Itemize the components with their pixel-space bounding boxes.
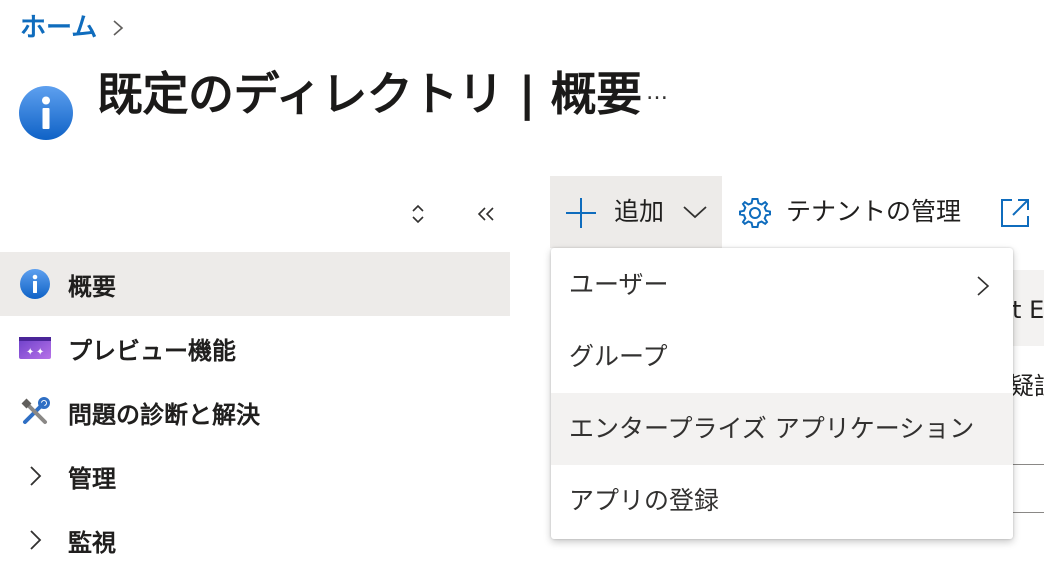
add-button-label: 追加 xyxy=(614,197,665,226)
menu-item-label: ユーザー xyxy=(569,270,669,299)
more-options-button[interactable]: … xyxy=(639,78,675,108)
wrench-icon xyxy=(19,396,51,428)
sidebar-controls xyxy=(400,196,510,232)
menu-item-user[interactable]: ユーザー xyxy=(551,249,1013,321)
sidebar-item-manage[interactable]: 管理 xyxy=(0,444,510,508)
divider xyxy=(1012,512,1044,513)
info-icon xyxy=(19,268,51,300)
chevron-right-icon xyxy=(977,276,990,296)
collapse-sidebar-icon[interactable] xyxy=(472,200,500,228)
menu-item-label: エンタープライズ アプリケーション xyxy=(569,414,975,443)
add-dropdown-menu: ユーザー グループ エンタープライズ アプリケーション アプリの登録 xyxy=(551,248,1013,539)
breadcrumb-home-link[interactable]: ホーム xyxy=(20,12,97,44)
menu-item-group[interactable]: グループ xyxy=(551,321,1013,393)
svg-text:✦: ✦ xyxy=(36,347,44,358)
menu-item-enterprise-application[interactable]: エンタープライズ アプリケーション xyxy=(551,393,1013,465)
sidebar-nav: 概要 ✦ ✦ プレビュー機能 問題の診断と解決 管理 監視 xyxy=(0,252,510,572)
page-title: 既定のディレクトリ | 概要 xyxy=(97,67,642,121)
sidebar-item-preview-features[interactable]: ✦ ✦ プレビュー機能 xyxy=(0,316,510,380)
sidebar-item-label: 監視 xyxy=(68,528,116,557)
sidebar-item-overview[interactable]: 概要 xyxy=(0,252,510,316)
menu-item-label: アプリの登録 xyxy=(569,486,720,515)
svg-text:✦: ✦ xyxy=(26,347,34,358)
sidebar-item-label: プレビュー機能 xyxy=(68,336,236,365)
divider xyxy=(1012,464,1044,465)
sidebar-item-label: 問題の診断と解決 xyxy=(68,400,260,429)
content-partial-text: 疑証 xyxy=(1010,372,1044,400)
sidebar-item-label: 管理 xyxy=(68,464,116,493)
breadcrumb: ホーム xyxy=(20,12,125,44)
chevron-right-icon xyxy=(113,20,124,36)
expand-collapse-all-icon[interactable] xyxy=(406,200,430,228)
page-header: 既定のディレクトリ | 概要 … xyxy=(19,66,719,146)
open-in-new-window-icon[interactable] xyxy=(998,196,1032,230)
add-button[interactable]: 追加 xyxy=(550,176,722,248)
sidebar-item-label: 概要 xyxy=(68,272,116,301)
manage-tenants-label: テナントの管理 xyxy=(786,197,962,226)
manage-tenants-button[interactable]: テナントの管理 xyxy=(736,176,976,248)
menu-item-label: グループ xyxy=(569,342,668,371)
chevron-right-icon xyxy=(19,460,51,492)
sidebar-item-monitor[interactable]: 監視 xyxy=(0,508,510,572)
command-bar: 追加 テナントの管理 xyxy=(550,176,1044,248)
gear-icon xyxy=(739,198,771,228)
preview-icon: ✦ ✦ xyxy=(19,332,51,364)
chevron-right-icon xyxy=(19,524,51,556)
info-icon xyxy=(19,86,73,140)
menu-item-app-registration[interactable]: アプリの登録 xyxy=(551,465,1013,537)
chevron-down-icon xyxy=(683,206,707,219)
plus-icon xyxy=(566,198,596,228)
sidebar-item-diagnose-solve[interactable]: 問題の診断と解決 xyxy=(0,380,510,444)
